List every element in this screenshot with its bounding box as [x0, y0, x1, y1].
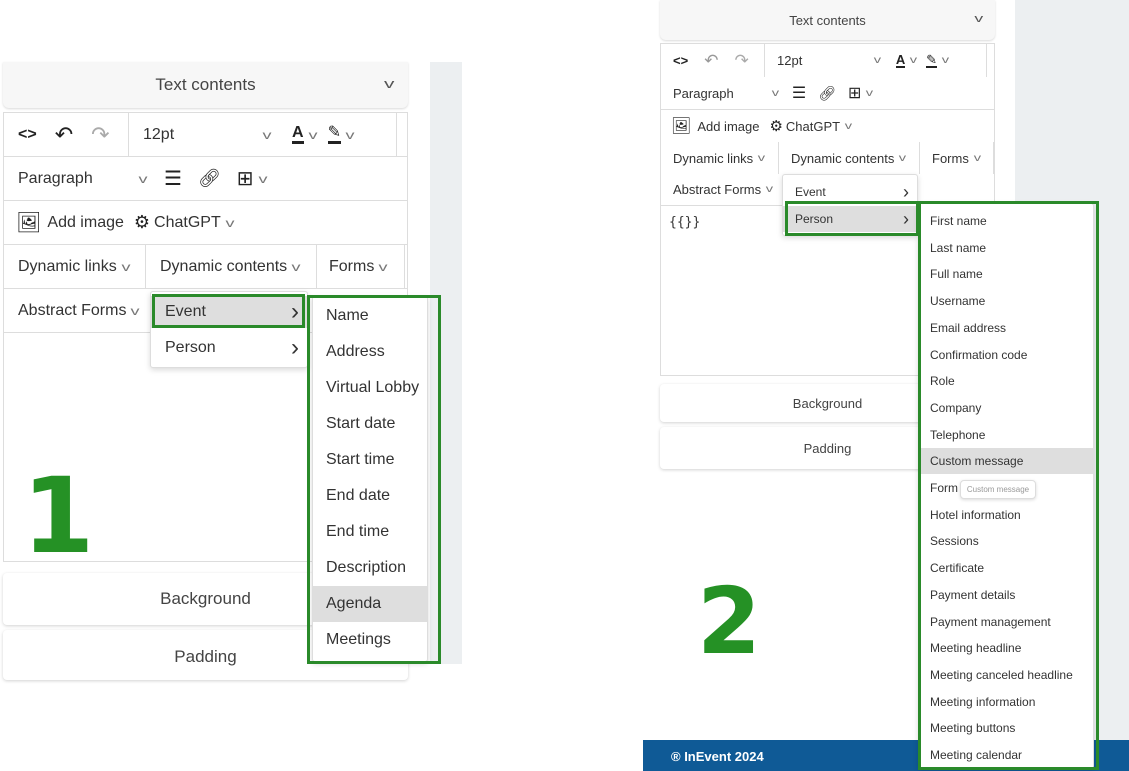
chevron-down-icon[interactable]: v: [942, 55, 949, 66]
toolbar-row-4: Dynamic links v Dynamic contents v Forms v: [660, 142, 995, 174]
menu-item-label: Person: [165, 339, 216, 356]
table-icon[interactable]: ⊞: [237, 166, 254, 191]
chevron-down-icon: v: [121, 259, 131, 274]
source-code-icon[interactable]: <>: [18, 126, 37, 144]
link-icon[interactable]: 🔗︎: [818, 85, 836, 102]
dynamic-contents-label: Dynamic contents: [791, 150, 895, 166]
chevron-right-icon: ›: [291, 334, 299, 361]
dynamic-links-menu[interactable]: Dynamic links v: [661, 142, 779, 174]
font-size-select[interactable]: 12pt: [777, 53, 869, 68]
chevron-right-icon: ›: [903, 181, 909, 202]
editor-content: {{}}: [669, 215, 701, 230]
bullet-list-icon[interactable]: ☰: [164, 166, 182, 191]
chevron-down-icon[interactable]: v: [139, 172, 148, 186]
dynamic-contents-menu[interactable]: Dynamic contents v: [146, 245, 317, 288]
step-number: 2: [697, 568, 762, 675]
chatgpt-button[interactable]: ChatGPT: [154, 214, 221, 232]
chevron-down-icon[interactable]: v: [345, 128, 354, 142]
chevron-down-icon: v: [757, 152, 766, 164]
redo-icon[interactable]: ↷: [734, 51, 748, 71]
chevron-down-icon: v: [973, 152, 981, 164]
toolbar-row-3: 🖼︎ Add image ⚙ ChatGPT v: [660, 110, 995, 142]
forms-label: Forms: [329, 257, 375, 275]
chevron-down-icon: v: [973, 13, 983, 25]
chatgpt-icon[interactable]: ⚙: [134, 212, 150, 233]
dynamic-contents-menu[interactable]: Dynamic contents v: [779, 142, 920, 174]
abstract-forms-label: Abstract Forms: [18, 301, 127, 319]
highlight-box: [785, 201, 919, 236]
toolbar-row-4: Dynamic links v Dynamic contents v Forms v: [3, 245, 408, 289]
chevron-down-icon[interactable]: v: [225, 216, 234, 230]
add-image-button[interactable]: Add image: [47, 214, 124, 232]
chatgpt-button[interactable]: ChatGPT: [786, 119, 840, 134]
toolbar-row-2: Paragraph v ☰ 🔗︎ ⊞ v: [660, 77, 995, 110]
menu-item[interactable]: Person ›: [151, 332, 307, 364]
chevron-down-icon[interactable]: v: [866, 88, 873, 99]
chevron-down-icon[interactable]: v: [308, 128, 317, 142]
highlight-box: [918, 201, 1099, 770]
toolbar-row-1: <> ↶ ↷ 12pt v A v ✎ v: [3, 112, 408, 157]
format-group: 12pt v A v ✎ v: [129, 113, 397, 156]
chevron-down-icon: v: [378, 259, 388, 274]
link-icon[interactable]: 🔗︎: [198, 168, 221, 189]
undo-icon[interactable]: ↶: [55, 122, 73, 148]
highlight-color-icon[interactable]: ✎: [926, 53, 938, 68]
chevron-down-icon[interactable]: v: [772, 88, 779, 99]
source-code-icon[interactable]: <>: [673, 53, 688, 68]
bullet-list-icon[interactable]: ☰: [792, 83, 806, 103]
abstract-forms-menu[interactable]: Abstract Forms v: [18, 301, 140, 320]
step-number: 1: [22, 455, 95, 577]
chevron-down-icon: v: [291, 259, 301, 274]
block-format-select[interactable]: Paragraph: [18, 170, 134, 188]
chevron-down-icon[interactable]: v: [845, 121, 852, 132]
header-title: Text contents: [789, 12, 866, 28]
image-icon[interactable]: 🖼︎: [16, 210, 41, 235]
table-icon[interactable]: ⊞: [848, 83, 861, 103]
menu-item-label: Event: [795, 185, 826, 199]
abstract-forms-menu[interactable]: Abstract Forms v: [673, 182, 774, 197]
forms-menu[interactable]: Forms v: [317, 245, 405, 288]
chevron-down-icon: v: [383, 76, 394, 91]
block-format-select[interactable]: Paragraph: [673, 86, 767, 101]
font-size-select[interactable]: 12pt: [143, 126, 258, 144]
toolbar-row-1: <> ↶ ↷ 12pt v A v ✎ v: [660, 43, 995, 77]
chevron-down-icon[interactable]: v: [258, 172, 267, 186]
redo-icon[interactable]: ↷: [91, 122, 109, 148]
highlight-box: [307, 295, 441, 664]
abstract-forms-label: Abstract Forms: [673, 182, 762, 197]
highlight-color-icon[interactable]: ✎: [327, 125, 341, 144]
format-group: 12pt v A v ✎ v: [765, 44, 987, 77]
add-image-button[interactable]: Add image: [697, 119, 759, 134]
chevron-down-icon[interactable]: v: [874, 55, 881, 66]
background-label: Background: [792, 395, 863, 411]
background-label: Background: [160, 589, 251, 608]
chevron-down-icon: v: [899, 152, 907, 164]
header-title: Text contents: [155, 75, 256, 94]
dynamic-links-label: Dynamic links: [18, 257, 117, 275]
padding-label: Padding: [803, 440, 852, 456]
forms-label: Forms: [932, 150, 969, 166]
highlight-box: [152, 294, 305, 328]
history-group: <> ↶ ↷: [661, 44, 765, 77]
dynamic-links-menu[interactable]: Dynamic links v: [4, 245, 146, 288]
text-color-icon[interactable]: A: [895, 53, 906, 68]
chevron-down-icon: v: [765, 184, 774, 195]
text-contents-header[interactable]: Text contents v: [660, 0, 995, 40]
forms-menu[interactable]: Forms v: [920, 142, 994, 174]
text-contents-header[interactable]: Text contents v: [3, 62, 408, 108]
padding-label: Padding: [174, 647, 237, 666]
chevron-down-icon[interactable]: v: [263, 128, 272, 142]
footer-copyright: ® InEvent 2024: [671, 749, 764, 764]
undo-icon[interactable]: ↶: [704, 51, 718, 71]
image-icon[interactable]: 🖼︎: [671, 116, 691, 136]
chevron-down-icon[interactable]: v: [910, 55, 917, 66]
toolbar-row-3: 🖼︎ Add image ⚙ ChatGPT v: [3, 201, 408, 245]
dynamic-contents-label: Dynamic contents: [160, 257, 288, 275]
history-group: <> ↶ ↷: [4, 113, 129, 156]
text-color-icon[interactable]: A: [292, 125, 304, 144]
toolbar-row-2: Paragraph v ☰ 🔗︎ ⊞ v: [3, 157, 408, 201]
chatgpt-icon[interactable]: ⚙: [769, 117, 782, 135]
chevron-down-icon: v: [130, 303, 140, 318]
dynamic-links-label: Dynamic links: [673, 150, 754, 166]
